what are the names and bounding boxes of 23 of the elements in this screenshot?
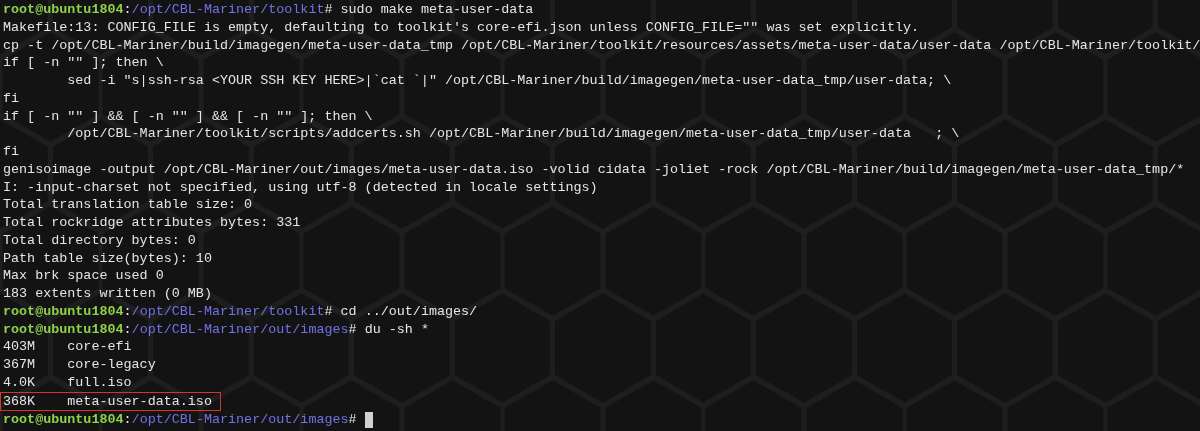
output-line: Total directory bytes: 0	[3, 231, 196, 250]
command-line: root@ubuntu1804:/opt/CBL-Mariner/toolkit# cd ../out/images/	[3, 302, 478, 321]
output-line: Total translation table size: 0	[3, 196, 253, 214]
output-line: 4.0K full.iso	[3, 373, 132, 392]
command-line: root@ubuntu1804:/opt/CBL-Mariner/toolkit# sudo make meta-user-data	[3, 1, 534, 19]
output-line: /opt/CBL-Mariner/toolkit/scripts/addcerts.sh /opt/CBL-Mariner/build/imagegen/meta-user-data_tmp/user-data ; \	[66, 125, 960, 143]
command-line: root@ubuntu1804:/opt/CBL-Mariner/out/images#	[3, 411, 358, 429]
output-line: if [ -n "" ]; then \	[3, 54, 164, 72]
output-line: Makefile:13: CONFIG_FILE is empty, defaulting to toolkit's core-efi.json unless CONFIG_FILE="" was set explicitly.	[3, 18, 920, 37]
output-line: cp -t /opt/CBL-Mariner/build/imagegen/meta-user-data_tmp /opt/CBL-Mariner/toolkit/resources/assets/meta-user-data/user-data /opt/CBL-Mariner/toolkit/	[3, 36, 1200, 55]
output-line: sed -i "s|ssh-rsa <YOUR SSH KEY HERE>|`cat `|" /opt/CBL-Mariner/build/imagegen/meta-user-data_tmp/user-data; \	[66, 72, 952, 90]
output-line: fi	[3, 89, 20, 108]
output-line: 367M core-legacy	[3, 356, 156, 374]
output-line: if [ -n "" ] && [ -n "" ] && [ -n "" ]; then \	[3, 107, 373, 126]
output-line: genisoimage -output /opt/CBL-Mariner/out/images/meta-user-data.iso -volid cidata -joliet -rock /opt/CBL-Mariner/build/imagegen/meta-user-data_tmp/*	[3, 160, 1185, 179]
output-line: I: -input-charset not specified, using utf-8 (detected in locale settings)	[3, 178, 598, 197]
command-line: root@ubuntu1804:/opt/CBL-Mariner/out/images# du -sh *	[3, 320, 429, 339]
output-line: fi	[3, 143, 20, 161]
output-line: Path table size(bytes): 10	[3, 249, 212, 268]
output-line: Total rockridge attributes bytes: 331	[3, 214, 301, 232]
output-line: 183 extents written (0 MB)	[3, 285, 212, 303]
output-line: 403M core-efi	[3, 338, 132, 356]
output-line: Max brk space used 0	[3, 267, 164, 285]
